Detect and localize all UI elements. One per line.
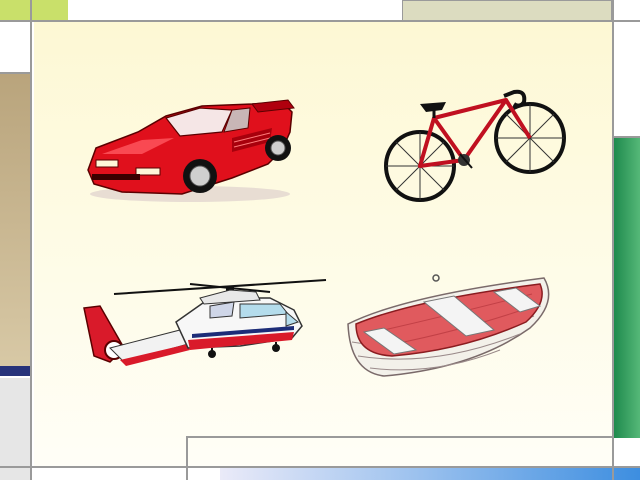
left-tan-block [0,74,30,370]
frame-line [0,466,640,468]
frame-line [186,436,188,480]
frame-line [612,0,614,480]
right-green-bar [614,138,640,438]
bottom-blue-bar [220,466,640,480]
frame-line [614,136,640,138]
bicycle-picture [384,89,566,202]
frame-line [0,72,32,74]
left-gray-block [0,378,30,480]
frame-line [186,436,614,438]
sports-car-picture [87,99,295,202]
rowboat-picture [347,274,550,377]
frame-line [0,20,640,22]
helicopter-picture [83,279,327,366]
left-navy-stripe [0,366,30,376]
top-green-block [0,0,68,20]
